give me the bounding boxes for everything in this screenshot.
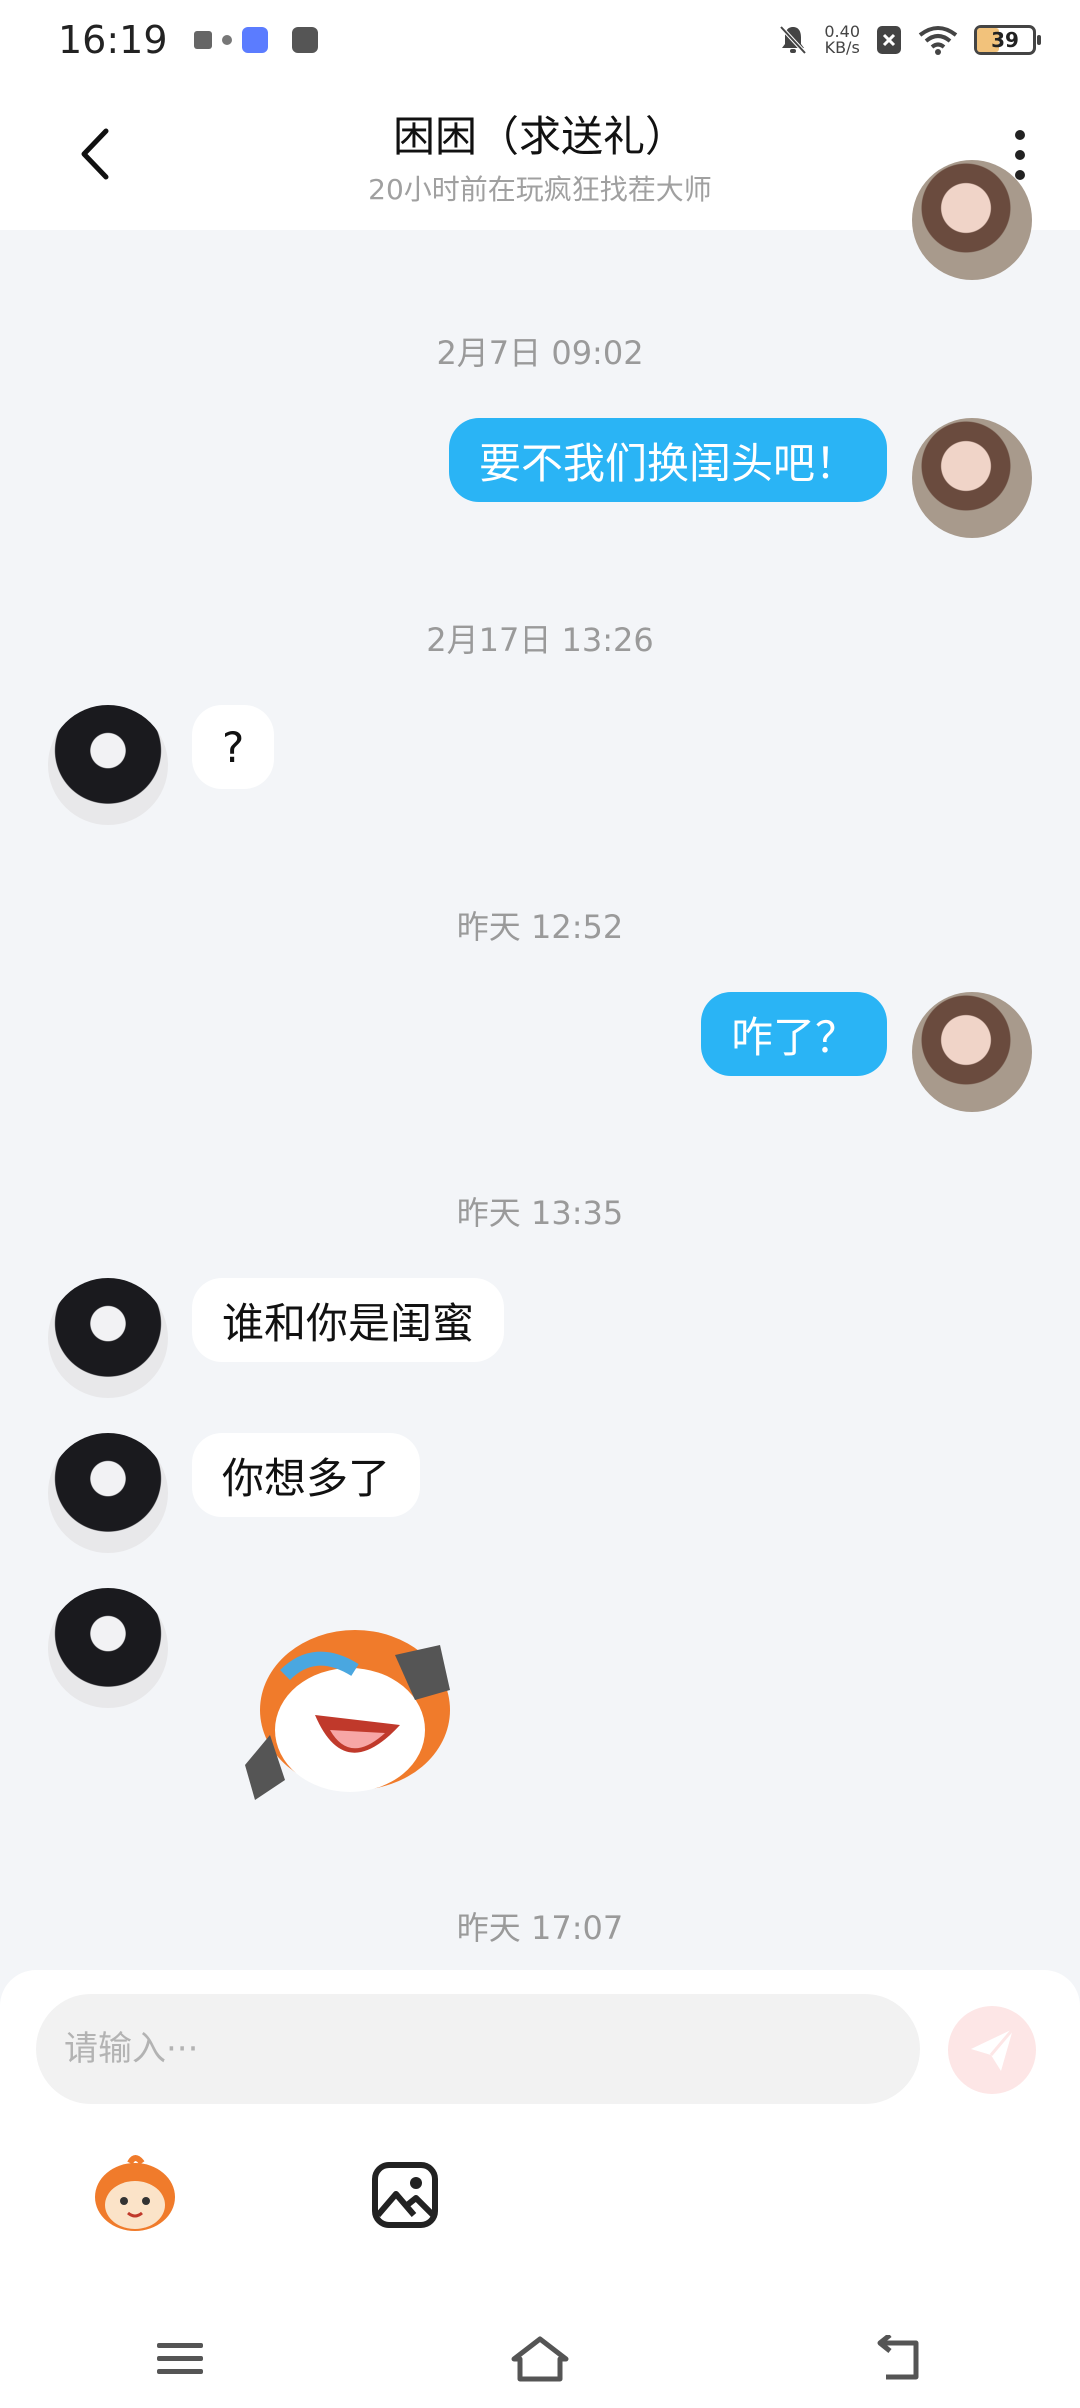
contact-avatar[interactable] [48, 705, 168, 825]
contact-avatar[interactable] [48, 1433, 168, 1553]
timestamp: 昨天 12:52 [456, 908, 624, 946]
chat-title: 困困（求送礼） [392, 111, 687, 161]
sim-off-icon [877, 26, 901, 54]
wifi-icon [918, 26, 958, 55]
received-message-bubble[interactable]: 你想多了 [192, 1433, 421, 1517]
mute-bell-icon [779, 25, 807, 55]
sent-message-bubble[interactable]: 咋了？ [700, 992, 887, 1076]
image-button[interactable] [360, 2150, 450, 2240]
back-arrow-icon [81, 128, 109, 180]
message-input[interactable] [36, 1994, 920, 2104]
status-time: 16:19 [58, 18, 168, 62]
menu-icon [157, 2343, 203, 2374]
status-bar: 16:19 0.40 KB/s 39 [0, 0, 1080, 80]
received-message-bubble[interactable]: ? [192, 705, 275, 789]
battery-indicator: 39 [974, 25, 1041, 55]
more-dot-icon [1015, 150, 1025, 160]
contact-avatar[interactable] [48, 1278, 168, 1398]
timestamp: 2月7日 09:02 [436, 334, 644, 372]
battery-level: 39 [991, 28, 1019, 52]
input-panel [0, 1970, 1080, 2408]
laughing-sticker[interactable] [225, 1615, 465, 1815]
flash-app-icon [291, 27, 318, 53]
image-icon [372, 2162, 438, 2228]
timestamp: 2月17日 13:26 [426, 621, 654, 659]
back-button[interactable] [70, 124, 120, 184]
network-speed: 0.40 KB/s [824, 24, 860, 56]
menu-nav-button[interactable] [140, 2329, 220, 2389]
notification-icons [193, 27, 318, 53]
home-icon [511, 2336, 569, 2382]
sent-message-bubble[interactable]: 要不我们换闺头吧！ [448, 418, 887, 502]
chat-subtitle: 20小时前在玩疯狂找茬大师 [368, 172, 712, 206]
my-avatar[interactable] [912, 418, 1032, 538]
timestamp: 昨天 13:35 [456, 1194, 624, 1232]
return-icon [877, 2335, 919, 2380]
send-icon [971, 2028, 1015, 2071]
home-nav-button[interactable] [500, 2329, 580, 2389]
timestamp: 昨天 17:07 [456, 1909, 624, 1947]
robot-icon [241, 27, 268, 53]
back-nav-button[interactable] [860, 2329, 940, 2389]
my-avatar[interactable] [912, 992, 1032, 1112]
sticker-button[interactable] [90, 2150, 180, 2240]
app-icon [193, 31, 212, 49]
system-nav-bar [0, 2310, 1080, 2408]
more-dot-icon [1015, 170, 1025, 180]
dot-icon [221, 35, 232, 45]
received-message-bubble[interactable]: 谁和你是闺蜜 [192, 1278, 505, 1362]
message-list[interactable]: 2月7日 09:02 要不我们换闺头吧！ 2月17日 13:26 ? 昨天 12… [0, 160, 1080, 1970]
monkey-emoji-icon [95, 2155, 175, 2231]
more-dot-icon [1015, 130, 1025, 140]
send-button[interactable] [948, 2006, 1036, 2094]
my-avatar[interactable] [912, 160, 1032, 280]
contact-avatar[interactable] [48, 1588, 168, 1708]
net-speed-unit: KB/s [824, 38, 860, 57]
